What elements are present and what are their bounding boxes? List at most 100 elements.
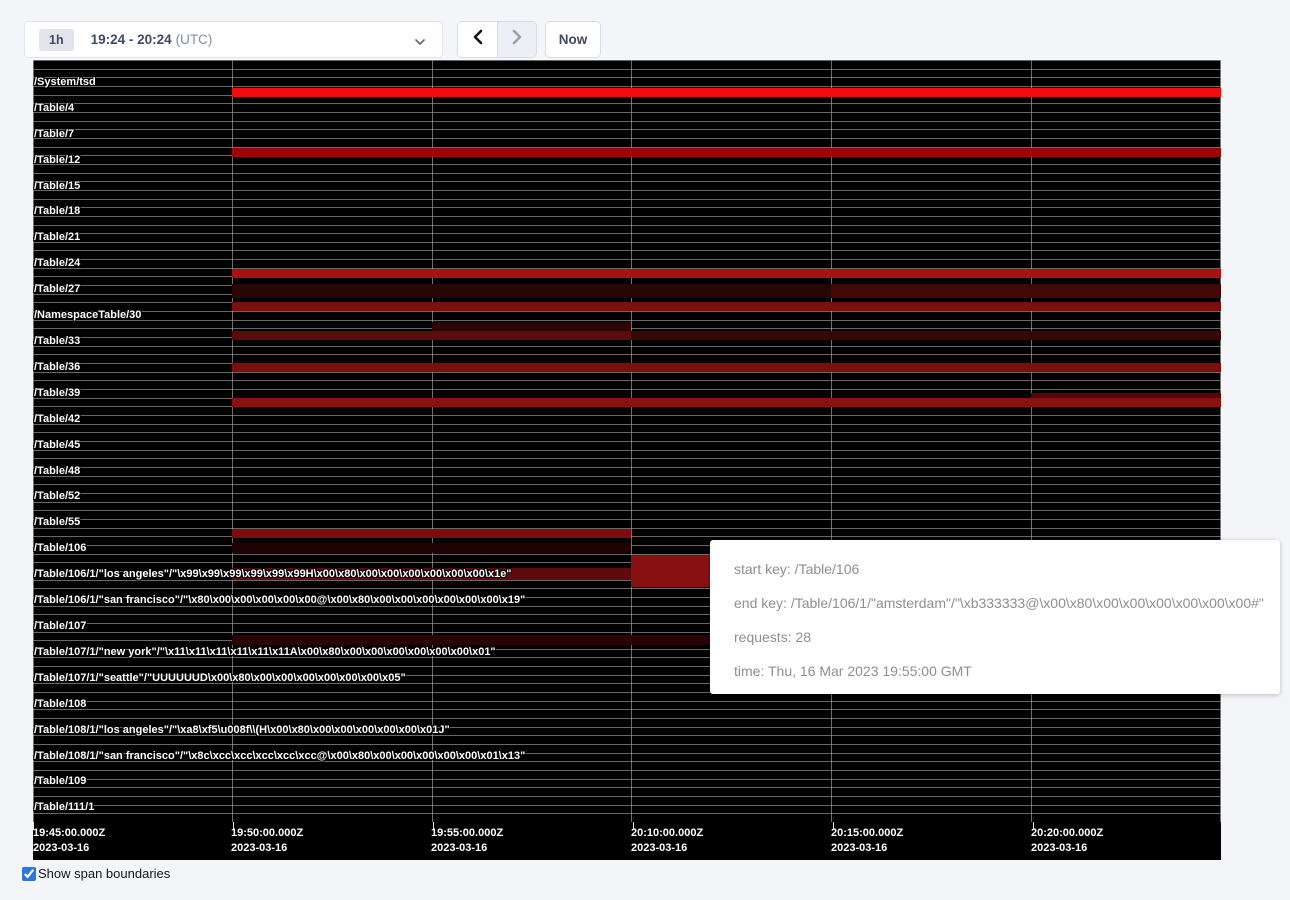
toolbar: 1h 19:24 - 20:24(UTC) Now: [0, 0, 1290, 60]
span-boundary-line: [33, 450, 1221, 451]
time-axis: 19:45:00.000Z2023-03-16 19:50:00.000Z2023…: [33, 822, 1221, 860]
span-boundary-line: [33, 510, 1221, 511]
span-boundary-line: [33, 770, 1221, 771]
span-boundary-line: [33, 813, 1221, 814]
span-boundary-line: [33, 753, 1221, 754]
hot-span-band[interactable]: [232, 543, 631, 553]
span-boundary-line: [33, 225, 1221, 226]
hot-span-band[interactable]: [831, 284, 1221, 298]
span-boundary-line: [33, 242, 1221, 243]
hot-span-band[interactable]: [232, 302, 1221, 311]
axis-time-label: 20:10:00.000Z2023-03-16: [631, 826, 703, 856]
hot-span-band[interactable]: [232, 529, 631, 538]
span-boundary-line: [33, 467, 1221, 468]
hot-span-band[interactable]: [232, 284, 831, 298]
span-boundary-line: [33, 103, 1221, 104]
hot-span-band[interactable]: [232, 568, 631, 580]
hot-span-band[interactable]: [232, 269, 1221, 278]
time-gridline: [631, 60, 632, 822]
span-boundary-line: [33, 502, 1221, 503]
span-boundary-line: [33, 121, 1221, 122]
span-boundary-line: [33, 112, 1221, 113]
span-boundary-line: [33, 415, 1221, 416]
span-boundary-line: [33, 441, 1221, 442]
chevron-left-icon: [471, 29, 485, 50]
span-boundary-line: [33, 493, 1221, 494]
span-boundary-line: [33, 354, 1221, 355]
axis-time-label: 19:45:00.000Z2023-03-16: [33, 826, 105, 856]
span-boundary-line: [33, 744, 1221, 745]
span-boundary-line: [33, 709, 1221, 710]
span-boundary-line: [33, 484, 1221, 485]
span-boundary-line: [33, 259, 1221, 260]
span-boundary-line: [33, 787, 1221, 788]
span-boundary-line: [33, 250, 1221, 251]
span-boundary-line: [33, 380, 1221, 381]
key-visualizer-heatmap[interactable]: /System/tsd/Table/4/Table/7/Table/12/Tab…: [33, 60, 1221, 822]
time-range-dropdown[interactable]: 1h 19:24 - 20:24(UTC): [24, 21, 443, 58]
range-preset-badge: 1h: [39, 29, 74, 51]
span-boundary-line: [33, 173, 1221, 174]
span-boundary-line: [33, 233, 1221, 234]
hot-span-band[interactable]: [232, 331, 631, 340]
time-gridline: [1220, 60, 1221, 822]
range-label: 19:24 - 20:24(UTC): [91, 32, 213, 47]
hot-span-band[interactable]: [232, 398, 1221, 407]
show-span-boundaries-checkbox[interactable]: [22, 867, 36, 881]
span-boundary-line: [33, 199, 1221, 200]
span-boundary-line: [33, 805, 1221, 806]
span-boundary-line: [33, 311, 1221, 312]
previous-interval-button[interactable]: [458, 22, 497, 57]
span-boundary-line: [33, 796, 1221, 797]
span-boundary-line: [33, 718, 1221, 719]
tooltip-time: time: Thu, 16 Mar 2023 19:55:00 GMT: [734, 654, 1280, 688]
axis-time-label: 20:15:00.000Z2023-03-16: [831, 826, 903, 856]
time-gridline: [831, 60, 832, 822]
chevron-down-icon: [414, 35, 426, 53]
span-boundary-line: [33, 372, 1221, 373]
axis-time-label: 20:20:00.000Z2023-03-16: [1031, 826, 1103, 856]
span-boundary-line: [33, 207, 1221, 208]
span-boundary-line: [33, 216, 1221, 217]
tooltip-start-key: start key: /Table/106: [734, 552, 1280, 586]
time-gridline: [1031, 60, 1032, 822]
span-boundary-line: [33, 458, 1221, 459]
span-boundary-line: [33, 424, 1221, 425]
span-boundary-line: [33, 727, 1221, 728]
span-boundary-line: [33, 181, 1221, 182]
span-boundary-line: [33, 432, 1221, 433]
hot-span-band[interactable]: [232, 148, 1221, 157]
hot-span-band[interactable]: [232, 88, 1221, 97]
now-button[interactable]: Now: [545, 21, 601, 58]
span-boundary-line: [33, 389, 1221, 390]
span-boundary-line: [33, 60, 1221, 61]
tooltip-end-key: end key: /Table/106/1/"amsterdam"/"\xb33…: [734, 586, 1280, 620]
tooltip-requests: requests: 28: [734, 620, 1280, 654]
span-boundary-line: [33, 86, 1221, 87]
hot-span-band[interactable]: [631, 331, 1221, 340]
hot-span-band[interactable]: [432, 322, 631, 331]
span-tooltip: start key: /Table/106 end key: /Table/10…: [710, 540, 1280, 694]
span-boundary-line: [33, 476, 1221, 477]
axis-time-label: 19:55:00.000Z2023-03-16: [431, 826, 503, 856]
span-boundary-line: [33, 138, 1221, 139]
axis-time-label: 19:50:00.000Z2023-03-16: [231, 826, 303, 856]
span-boundary-line: [33, 164, 1221, 165]
span-boundary-line: [33, 190, 1221, 191]
show-span-boundaries-label[interactable]: Show span boundaries: [38, 866, 170, 881]
span-boundary-line: [33, 346, 1221, 347]
span-boundary-line: [33, 519, 1221, 520]
span-boundary-line: [33, 129, 1221, 130]
span-boundary-line: [33, 77, 1221, 78]
span-boundary-line: [33, 761, 1221, 762]
next-interval-button[interactable]: [497, 22, 536, 57]
time-nav-group: [457, 21, 537, 58]
time-gridline: [432, 60, 433, 822]
span-boundary-line: [33, 701, 1221, 702]
range-timezone: (UTC): [176, 32, 213, 47]
span-boundary-line: [33, 320, 1221, 321]
time-gridline: [232, 60, 233, 822]
hot-span-band[interactable]: [232, 363, 1221, 372]
span-boundary-line: [33, 735, 1221, 736]
span-boundary-line: [33, 779, 1221, 780]
